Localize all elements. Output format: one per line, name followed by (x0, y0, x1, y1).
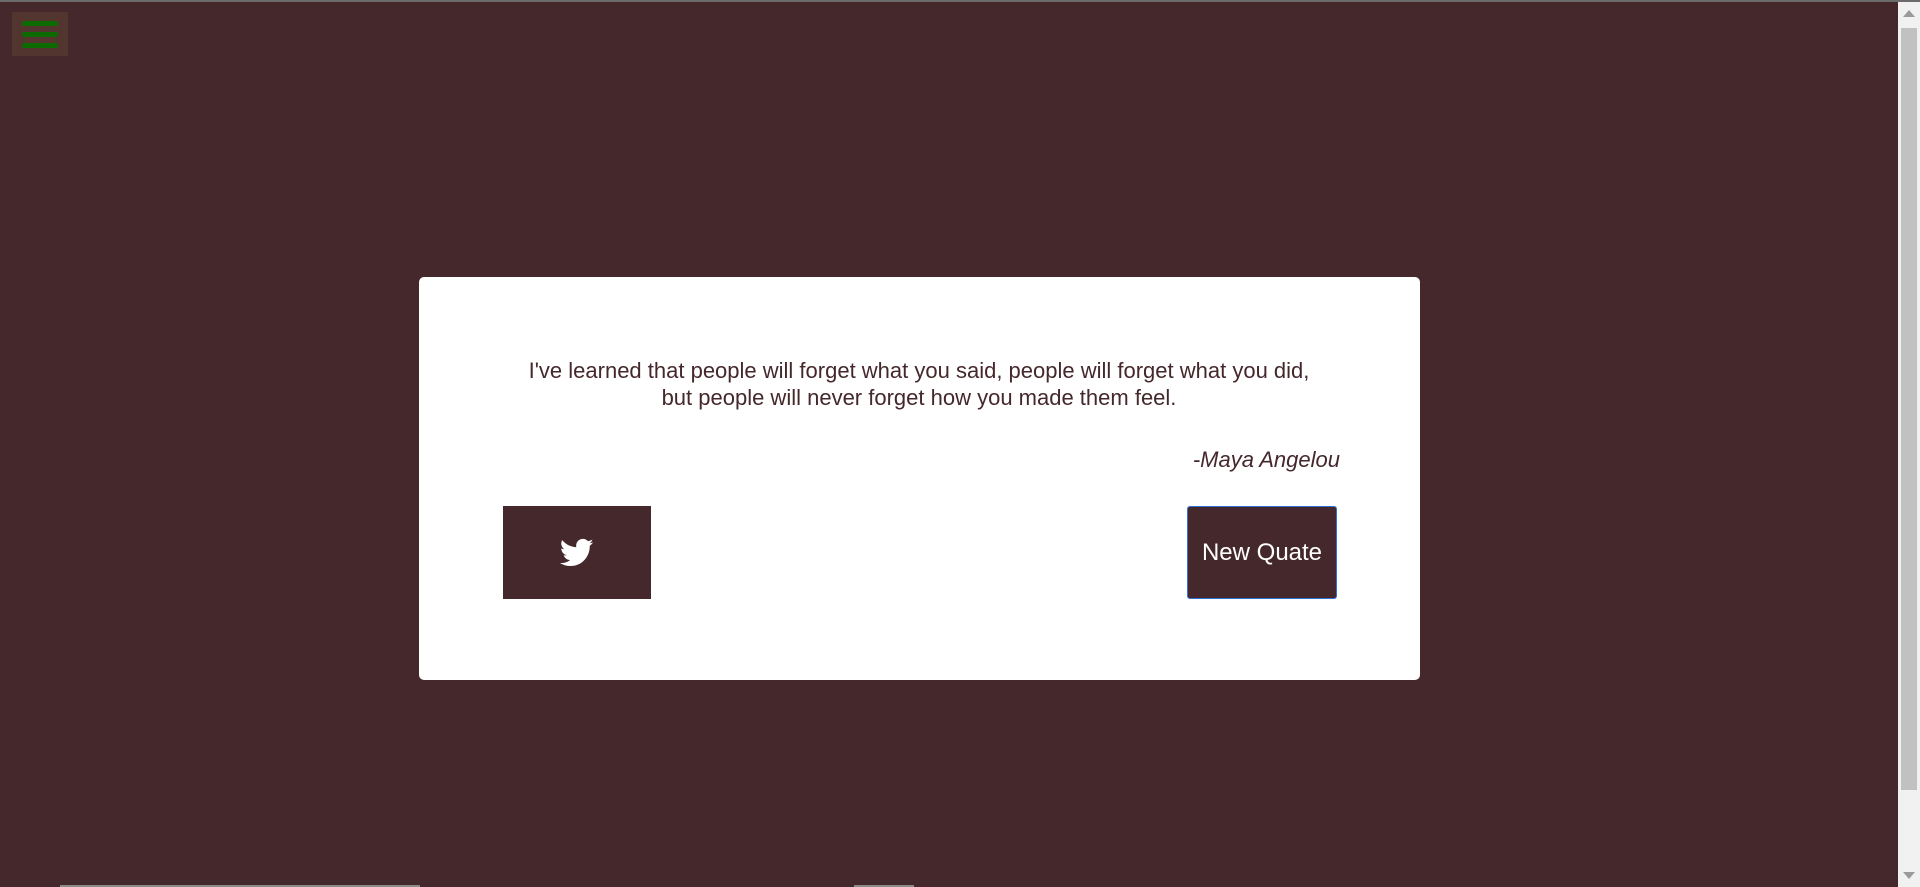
new-quote-button[interactable]: New Quate (1187, 506, 1337, 599)
window-top-border (0, 0, 1920, 2)
scroll-down-arrow-icon[interactable] (1903, 872, 1915, 879)
quote-text: I've learned that people will forget wha… (528, 358, 1310, 410)
hamburger-menu-icon-bar (22, 31, 58, 37)
quote-card: I've learned that people will forget wha… (419, 277, 1420, 680)
tweet-button[interactable] (503, 506, 651, 599)
scrollbar-thumb[interactable] (1901, 28, 1917, 790)
hamburger-menu-button[interactable] (12, 12, 68, 56)
scroll-up-arrow-icon[interactable] (1903, 10, 1915, 17)
quote-author: -Maya Angelou (1192, 447, 1340, 472)
vertical-scrollbar[interactable] (1898, 2, 1920, 887)
twitter-bird-icon (560, 538, 594, 566)
hamburger-menu-icon (22, 20, 58, 26)
hamburger-menu-icon-bar (22, 42, 58, 48)
